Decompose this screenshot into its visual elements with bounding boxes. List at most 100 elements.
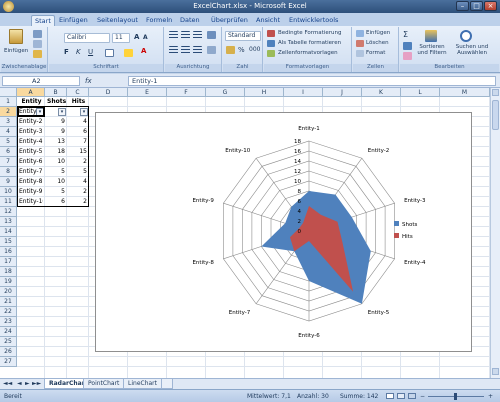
column-header-c[interactable]: C — [67, 88, 89, 97]
row-header-26[interactable]: 26 — [0, 347, 17, 357]
zoom-slider-thumb[interactable] — [454, 393, 457, 400]
page-break-view-icon[interactable] — [408, 393, 416, 399]
sheet-nav-prev-icon[interactable]: ◄ — [17, 380, 22, 387]
italic-button[interactable]: K — [76, 48, 81, 56]
number-format-select[interactable]: Standard — [225, 31, 261, 41]
format-cells-button[interactable]: Format — [366, 50, 385, 56]
find-select-button[interactable]: Suchen und Auswählen — [452, 44, 492, 56]
row-header-7[interactable]: 7 — [0, 157, 17, 167]
autosum-icon[interactable]: Σ — [403, 30, 408, 39]
maximize-button[interactable]: □ — [470, 1, 483, 11]
sort-filter-icon[interactable] — [425, 30, 437, 42]
name-box[interactable]: A2 — [2, 76, 80, 86]
conditional-formatting-button[interactable]: Bedingte Formatierung — [278, 30, 341, 36]
row-header-4[interactable]: 4 — [0, 127, 17, 137]
minimize-button[interactable]: – — [456, 1, 469, 11]
paste-icon[interactable] — [9, 29, 23, 44]
row-header-11[interactable]: 11 — [0, 197, 17, 207]
sort-filter-button[interactable]: Sortieren und Filtern — [417, 44, 447, 56]
thousands-button[interactable]: 000 — [249, 46, 260, 53]
column-header-j[interactable]: J — [323, 88, 362, 97]
format-painter-icon[interactable] — [33, 50, 42, 58]
row-header-12[interactable]: 12 — [0, 207, 17, 217]
insert-cells-button[interactable]: Einfügen — [366, 30, 390, 36]
sheet-nav-first-icon[interactable]: ◄◄ — [3, 380, 12, 387]
find-select-icon[interactable] — [460, 30, 472, 42]
row-header-6[interactable]: 6 — [0, 147, 17, 157]
sheet-tab-linechart[interactable]: LineChart — [123, 379, 162, 389]
radar-chart[interactable]: 0 2 4 6 8 10 12 14 16 18 Entity-1 Entity-2 Entity-3 E… — [95, 112, 472, 352]
normal-view-icon[interactable] — [386, 393, 394, 399]
cut-icon[interactable] — [33, 30, 42, 38]
zoom-out-icon[interactable]: − — [420, 393, 425, 400]
align-left-icon[interactable] — [169, 46, 178, 54]
row-header-22[interactable]: 22 — [0, 307, 17, 317]
tab-seitenlayout[interactable]: Seitenlayout — [94, 15, 141, 26]
formula-input[interactable]: Entity-1 — [128, 76, 496, 86]
column-header-f[interactable]: F — [167, 88, 206, 97]
format-as-table-button[interactable]: Als Tabelle formatieren — [278, 40, 341, 46]
select-all-corner[interactable] — [0, 88, 17, 97]
close-button[interactable]: × — [484, 1, 497, 11]
clear-icon[interactable] — [403, 52, 412, 60]
borders-icon[interactable] — [105, 49, 114, 57]
column-header-b[interactable]: B — [45, 88, 67, 97]
merge-cells-icon[interactable] — [207, 46, 216, 54]
scroll-thumb[interactable] — [492, 100, 499, 130]
paste-label[interactable]: Einfügen — [4, 48, 28, 54]
tab-entwicklertools[interactable]: Entwicklertools — [286, 15, 341, 26]
row-header-9[interactable]: 9 — [0, 177, 17, 187]
grow-font-button[interactable]: A — [134, 33, 139, 41]
column-header-a[interactable]: A — [17, 88, 45, 97]
tab-einfuegen[interactable]: Einfügen — [56, 15, 91, 26]
delete-cells-icon[interactable] — [356, 40, 364, 47]
row-header-15[interactable]: 15 — [0, 237, 17, 247]
percent-button[interactable]: % — [238, 46, 245, 54]
align-top-icon[interactable] — [169, 31, 178, 39]
row-header-13[interactable]: 13 — [0, 217, 17, 227]
row-header-5[interactable]: 5 — [0, 137, 17, 147]
vertical-scrollbar[interactable] — [490, 88, 500, 378]
shrink-font-button[interactable]: A — [143, 34, 148, 41]
office-button[interactable] — [3, 1, 14, 12]
column-header-i[interactable]: I — [284, 88, 323, 97]
conditional-formatting-icon[interactable] — [267, 30, 275, 37]
page-layout-view-icon[interactable] — [397, 393, 405, 399]
bold-button[interactable]: F — [64, 48, 69, 56]
fill-icon[interactable] — [403, 42, 412, 50]
sheet-nav-next-icon[interactable]: ► — [25, 380, 30, 387]
row-header-16[interactable]: 16 — [0, 247, 17, 257]
row-header-21[interactable]: 21 — [0, 297, 17, 307]
font-color-icon[interactable]: A — [141, 47, 146, 55]
row-header-25[interactable]: 25 — [0, 337, 17, 347]
row-header-27[interactable]: 27 — [0, 357, 17, 367]
align-right-icon[interactable] — [193, 46, 202, 54]
scroll-up-button[interactable] — [492, 89, 499, 96]
cell-styles-icon[interactable] — [267, 50, 275, 57]
font-size-select[interactable]: 11 — [112, 33, 130, 43]
cell-styles-button[interactable]: Zellenformatvorlagen — [278, 50, 338, 56]
column-header-k[interactable]: K — [362, 88, 401, 97]
font-name-select[interactable]: Calibri — [64, 33, 110, 43]
row-header-1[interactable]: 1 — [0, 97, 17, 107]
column-header-d[interactable]: D — [89, 88, 128, 97]
column-header-m[interactable]: M — [440, 88, 490, 97]
sheet-tab-pointchart[interactable]: PointChart — [83, 379, 125, 389]
align-center-icon[interactable] — [181, 46, 190, 54]
column-header-h[interactable]: H — [245, 88, 284, 97]
fx-icon[interactable]: fx — [85, 77, 92, 85]
row-header-24[interactable]: 24 — [0, 327, 17, 337]
tab-daten[interactable]: Daten — [177, 15, 203, 26]
insert-cells-icon[interactable] — [356, 30, 364, 37]
tab-start[interactable]: Start — [31, 15, 55, 26]
align-middle-icon[interactable] — [181, 31, 190, 39]
zoom-in-icon[interactable]: + — [488, 393, 493, 400]
fill-color-icon[interactable] — [124, 49, 133, 57]
delete-cells-button[interactable]: Löschen — [366, 40, 389, 46]
row-header-8[interactable]: 8 — [0, 167, 17, 177]
row-header-18[interactable]: 18 — [0, 267, 17, 277]
row-header-17[interactable]: 17 — [0, 257, 17, 267]
format-cells-icon[interactable] — [356, 50, 364, 57]
row-header-2[interactable]: 2 — [0, 107, 17, 117]
tab-ueberpruefen[interactable]: Überprüfen — [208, 15, 251, 26]
